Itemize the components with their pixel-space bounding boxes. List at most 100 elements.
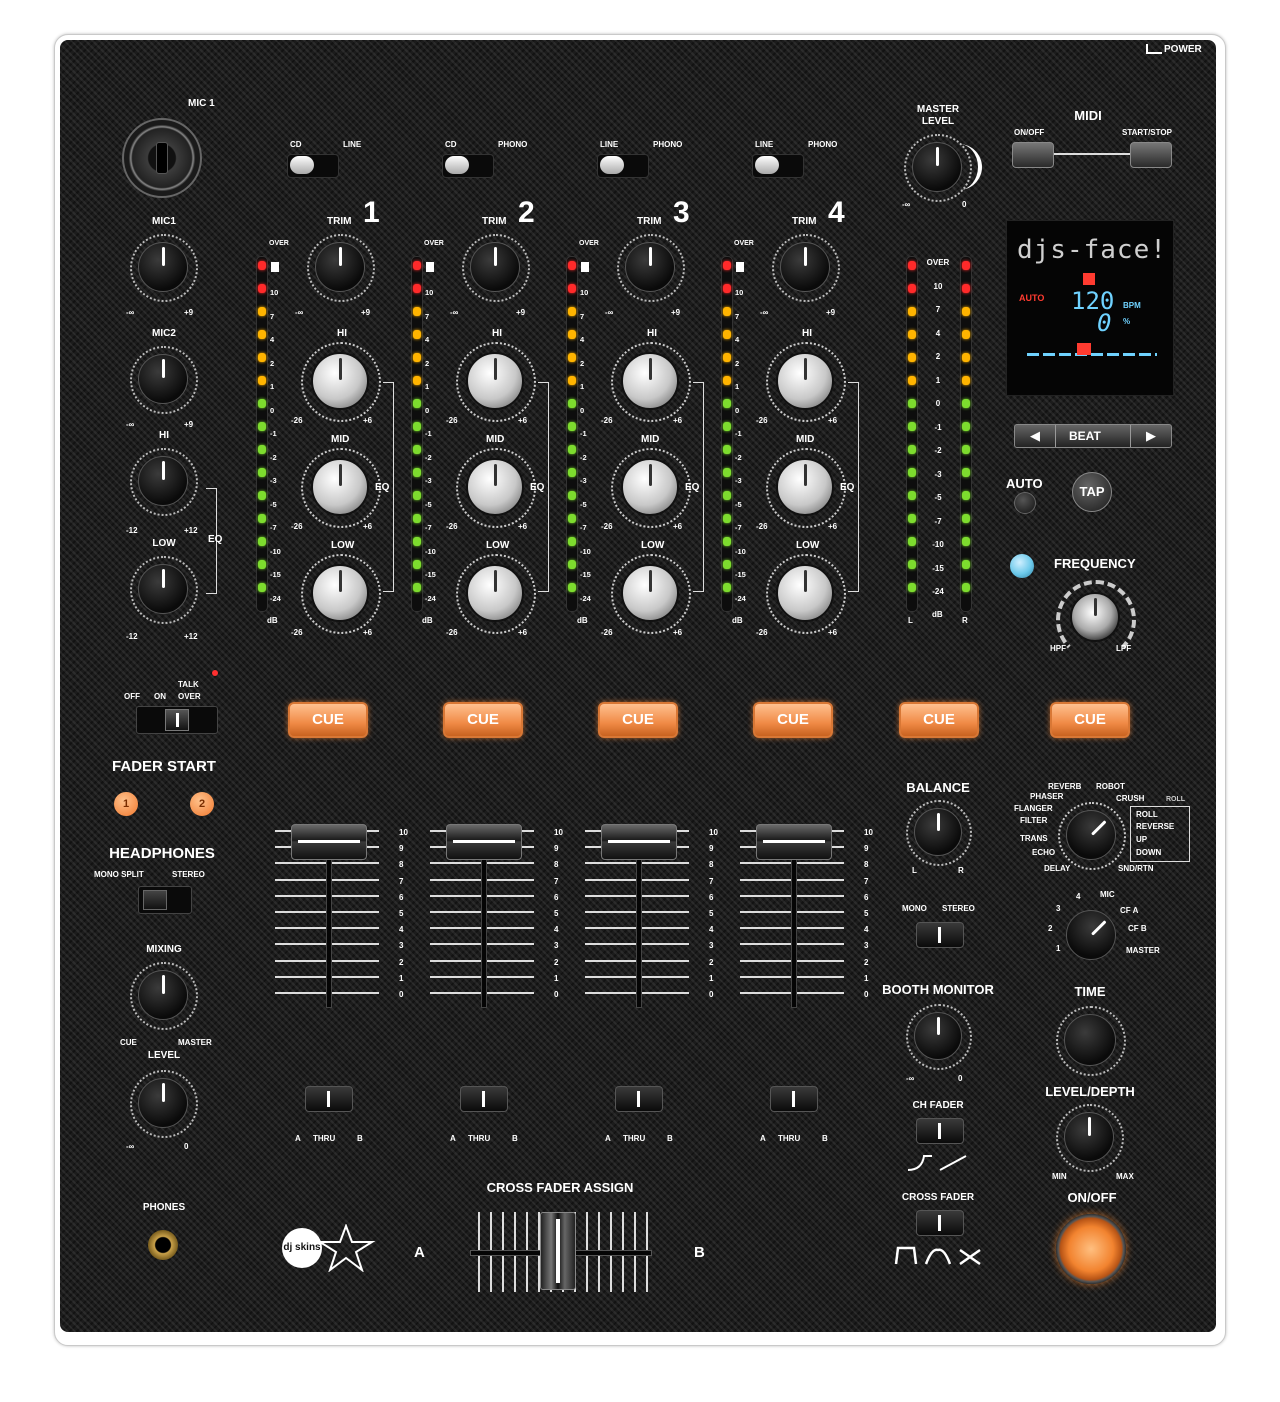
- ch-fader-curve-icon: [907, 1155, 967, 1171]
- ch4-number: 4: [828, 196, 845, 229]
- ch1-crossfader-assign-switch[interactable]: [305, 1086, 353, 1112]
- bpm-display: djs-face! AUTO 120 BPM 0 %: [1006, 220, 1174, 396]
- talkover-switch[interactable]: [136, 706, 218, 734]
- ch4-crossfader-assign-switch[interactable]: [770, 1086, 818, 1112]
- midi-title: MIDI: [1074, 108, 1102, 123]
- headphone-level-knob[interactable]: [138, 1078, 188, 1128]
- ch-fader-curve-switch[interactable]: [916, 1118, 964, 1144]
- ch1-mid-eq-knob[interactable]: [311, 458, 369, 516]
- time-knob[interactable]: [1064, 1014, 1116, 1066]
- mic-eq-label: EQ: [208, 534, 223, 545]
- ch3-eq-label: EQ: [685, 482, 700, 493]
- ch3-low-label: LOW: [641, 540, 665, 551]
- master-level-knob[interactable]: [912, 142, 962, 192]
- beat-right-button[interactable]: ▶: [1130, 425, 1171, 447]
- mic2-level-knob[interactable]: [138, 354, 188, 404]
- auto-button[interactable]: [1014, 492, 1036, 514]
- ch3-source-toggle[interactable]: [597, 154, 649, 178]
- frequency-knob[interactable]: [1070, 592, 1120, 642]
- ch1-hi-label: HI: [337, 328, 347, 339]
- mic-hi-eq-knob[interactable]: [138, 456, 188, 506]
- ch2-low-eq-knob[interactable]: [466, 564, 524, 622]
- mic1-level-knob[interactable]: [138, 242, 188, 292]
- ch-fader-curve-label: CH FADER: [912, 1100, 964, 1111]
- fader-start-title: FADER START: [112, 758, 216, 775]
- frequency-label: FREQUENCY: [1054, 556, 1136, 571]
- booth-monitor-knob[interactable]: [914, 1012, 962, 1060]
- fx-on-off-button[interactable]: [1056, 1214, 1126, 1284]
- ch3-hi-label: HI: [647, 328, 657, 339]
- ch4-mid-eq-knob[interactable]: [776, 458, 834, 516]
- ch1-source-toggle[interactable]: [287, 154, 339, 178]
- ch1-trim-knob[interactable]: [315, 242, 365, 292]
- ch3-trim-knob[interactable]: [625, 242, 675, 292]
- cue-button-5[interactable]: CUE: [899, 702, 979, 738]
- ch4-hi-eq-knob[interactable]: [776, 352, 834, 410]
- ch3-low-eq-knob[interactable]: [621, 564, 679, 622]
- ch4-eq-label: EQ: [840, 482, 855, 493]
- mic-low-eq-knob[interactable]: [138, 564, 188, 614]
- ch2-crossfader-assign-switch[interactable]: [460, 1086, 508, 1112]
- ch4-low-eq-knob[interactable]: [776, 564, 834, 622]
- cue-button-6[interactable]: CUE: [1050, 702, 1130, 738]
- ch2-hi-eq-knob[interactable]: [466, 352, 524, 410]
- cross-fader-curve-icon: [894, 1246, 981, 1266]
- ch1-low-label: LOW: [331, 540, 355, 551]
- midi-on-off-button[interactable]: [1012, 142, 1054, 168]
- fader-start-2-button[interactable]: 2: [190, 792, 214, 816]
- ch2-number: 2: [518, 196, 535, 229]
- cross-fader-curve-label: CROSS FADER: [901, 1192, 975, 1203]
- mic1-xlr-jack[interactable]: [122, 118, 202, 198]
- headphone-mixing-knob[interactable]: [138, 970, 188, 1020]
- cue-button-3[interactable]: CUE: [598, 702, 678, 738]
- cross-fader-cap[interactable]: [540, 1212, 576, 1290]
- mixer-panel: POWER MIC 1 MIC1 -∞ +9 MIC2 -∞ +9 HI -12…: [60, 40, 1216, 1332]
- ch2-trim-knob[interactable]: [470, 242, 520, 292]
- ch4-trim-label: TRIM: [792, 216, 817, 227]
- ch3-crossfader-assign-switch[interactable]: [615, 1086, 663, 1112]
- ch3-channel-fader[interactable]: [601, 824, 677, 860]
- mic2-knob-label: MIC2: [152, 328, 176, 339]
- level-depth-knob[interactable]: [1064, 1112, 1114, 1162]
- star-icon: [316, 1224, 376, 1272]
- cue-button-1[interactable]: CUE: [288, 702, 368, 738]
- mono-stereo-switch[interactable]: [916, 922, 964, 948]
- ch2-channel-fader[interactable]: [446, 824, 522, 860]
- cross-fader-curve-switch[interactable]: [916, 1210, 964, 1236]
- ch3-hi-eq-knob[interactable]: [621, 352, 679, 410]
- ch4-source-left-label: LINE: [755, 140, 774, 149]
- ch4-channel-fader[interactable]: [756, 824, 832, 860]
- cue-button-4[interactable]: CUE: [753, 702, 833, 738]
- ch2-low-label: LOW: [486, 540, 510, 551]
- ch2-source-toggle[interactable]: [442, 154, 494, 178]
- booth-monitor-label: BOOTH MONITOR: [882, 982, 994, 997]
- tap-button[interactable]: TAP: [1072, 472, 1112, 512]
- phones-jack[interactable]: [148, 1230, 178, 1260]
- ch1-source-right-label: LINE: [343, 140, 362, 149]
- ch2-trim-label: TRIM: [482, 216, 507, 227]
- ch2-mid-eq-knob[interactable]: [466, 458, 524, 516]
- mono-split-stereo-switch[interactable]: [138, 886, 192, 914]
- mic-hi-knob-label: HI: [159, 430, 169, 441]
- balance-knob[interactable]: [914, 808, 962, 856]
- ch3-trim-label: TRIM: [637, 216, 662, 227]
- ch3-mid-eq-knob[interactable]: [621, 458, 679, 516]
- beat-left-button[interactable]: ◀: [1015, 425, 1056, 447]
- fx-channel-select-knob[interactable]: [1055, 899, 1127, 971]
- ch2-level-meter: [411, 256, 423, 612]
- ch3-number: 3: [673, 196, 690, 229]
- mic-low-knob-label: LOW: [152, 538, 176, 549]
- midi-start-stop-button[interactable]: [1130, 142, 1172, 168]
- ch1-hi-eq-knob[interactable]: [311, 352, 369, 410]
- beat-label: BEAT: [1069, 429, 1101, 443]
- ch4-source-toggle[interactable]: [752, 154, 804, 178]
- ch1-channel-fader[interactable]: [291, 824, 367, 860]
- ch1-low-eq-knob[interactable]: [311, 564, 369, 622]
- master-level-label-2: LEVEL: [921, 116, 955, 127]
- ch1-source-left-label: CD: [290, 140, 302, 149]
- ch3-mid-label: MID: [641, 434, 660, 445]
- ch4-trim-knob[interactable]: [780, 242, 830, 292]
- cross-fader-assign-label: CROSS FADER ASSIGN: [486, 1180, 634, 1195]
- fader-start-1-button[interactable]: 1: [114, 792, 138, 816]
- cue-button-2[interactable]: CUE: [443, 702, 523, 738]
